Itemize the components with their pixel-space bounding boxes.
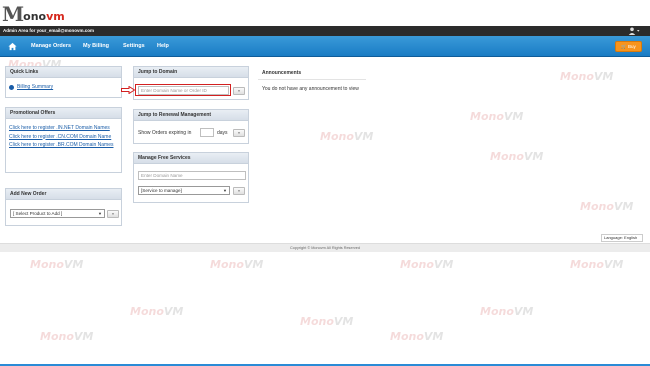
add-order-panel: Add New Order [ Select Product to Add ] ▼… <box>5 188 122 226</box>
arrow-right-icon <box>121 86 135 94</box>
quick-links-title: Quick Links <box>6 67 121 78</box>
product-select[interactable]: [ Select Product to Add ] ▼ <box>10 209 105 218</box>
service-select[interactable]: [Service to manage] ▼ <box>138 186 230 195</box>
logo-text: onovm <box>23 10 65 23</box>
footer: Copyright © Monovm All Rights Reserved <box>0 243 650 252</box>
header: M onovm <box>0 0 650 26</box>
watermark: MonoVM <box>210 258 264 271</box>
cart-label: Buy <box>628 44 636 49</box>
quick-links-panel: Quick Links Billing Summary <box>5 66 122 98</box>
language-select[interactable]: Language: English <box>601 234 643 242</box>
cart-button[interactable]: 🛒 Buy <box>615 41 642 52</box>
promo-panel: Promotional Offers Click here to registe… <box>5 107 122 173</box>
promo-link-cn-com[interactable]: Click here to register .CN.COM Domain Na… <box>9 134 114 141</box>
cart-icon: 🛒 <box>621 44 627 49</box>
bullet-icon <box>9 84 14 90</box>
promo-links: Click here to register .IN.NET Domain Na… <box>9 125 114 149</box>
logo-mark: M <box>2 2 24 26</box>
watermark: MonoVM <box>570 258 624 271</box>
watermark: MonoVM <box>300 315 354 328</box>
promo-link-br-com[interactable]: Click here to register .BR.COM Domain Na… <box>9 142 114 149</box>
language-value: English <box>624 235 638 240</box>
jump-domain-go-button[interactable]: » <box>233 86 245 95</box>
nav-help[interactable]: Help <box>157 36 169 57</box>
renewal-days-input[interactable] <box>200 128 214 137</box>
home-icon[interactable] <box>8 42 17 51</box>
add-order-title: Add New Order <box>6 189 121 200</box>
chevron-down-icon: ▼ <box>223 188 227 193</box>
watermark: MonoVM <box>30 258 84 271</box>
add-order-go-button[interactable]: » <box>107 209 119 218</box>
watermark: MonoVM <box>490 150 544 163</box>
watermark: MonoVM <box>480 305 534 318</box>
logo[interactable]: M onovm <box>2 2 65 24</box>
divider <box>258 79 366 80</box>
renewal-suffix: days <box>217 130 228 136</box>
watermark: MonoVM <box>400 258 454 271</box>
watermark: MonoVM <box>560 70 614 83</box>
announcements-text: You do not have any announcement to view <box>262 86 359 92</box>
nav-manage-orders[interactable]: Manage Orders <box>31 36 71 57</box>
watermark: MonoVM <box>390 330 444 343</box>
nav-my-billing[interactable]: My Billing <box>83 36 109 57</box>
watermark: MonoVM <box>470 110 524 123</box>
billing-summary-link[interactable]: Billing Summary <box>17 84 53 90</box>
watermark: MonoVM <box>130 305 184 318</box>
main-nav: Manage Orders My Billing Settings Help <box>0 36 650 57</box>
nav-settings[interactable]: Settings <box>123 36 145 57</box>
free-services-title: Manage Free Services <box>134 153 248 164</box>
free-services-panel: Manage Free Services Enter Domain Name [… <box>133 152 249 203</box>
promo-title: Promotional Offers <box>6 108 121 119</box>
watermark: MonoVM <box>320 130 374 143</box>
announcements-title: Announcements <box>262 70 302 76</box>
renewal-prefix: Show Orders expiring in <box>138 130 192 136</box>
watermark: MonoVM <box>580 200 634 213</box>
free-services-domain-input[interactable]: Enter Domain Name <box>138 171 246 180</box>
watermark: MonoVM <box>40 330 94 343</box>
renewal-panel: Jump to Renewal Management Show Orders e… <box>133 109 249 144</box>
renewal-go-button[interactable]: » <box>233 128 245 137</box>
renewal-title: Jump to Renewal Management <box>134 110 248 121</box>
jump-domain-title: Jump to Domain <box>134 67 248 78</box>
billing-summary-row: Billing Summary <box>9 84 53 90</box>
highlight-box <box>135 84 231 96</box>
promo-link-in-net[interactable]: Click here to register .IN.NET Domain Na… <box>9 125 114 132</box>
language-label: Language: <box>604 235 623 240</box>
admin-bar: Admin Area for your_email@monovm.com <box>0 26 650 36</box>
admin-label: Admin Area for your_email@monovm.com <box>3 28 94 33</box>
chevron-down-icon: ▼ <box>98 211 102 216</box>
user-menu-icon[interactable] <box>628 27 640 35</box>
copyright-text: Copyright © Monovm All Rights Reserved <box>290 246 360 250</box>
free-services-go-button[interactable]: » <box>233 186 245 195</box>
